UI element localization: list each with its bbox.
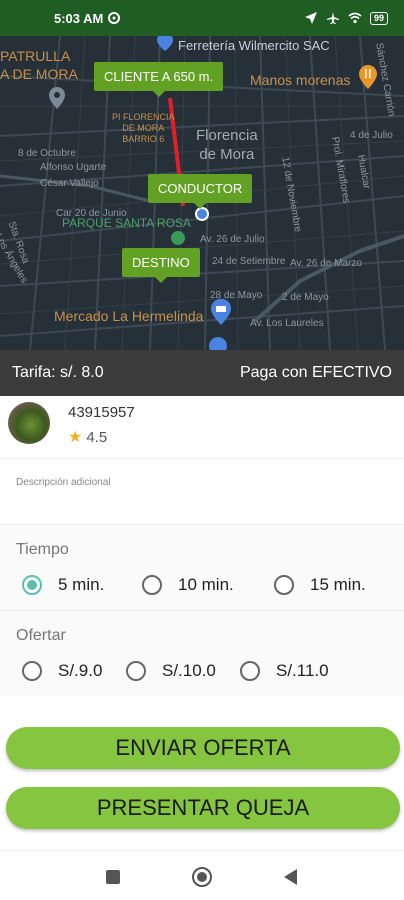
park-pin-icon <box>171 231 185 245</box>
star-icon: ★ <box>68 429 83 446</box>
client-rating: ★ 4.5 <box>68 427 107 447</box>
radio-checked-icon[interactable] <box>22 575 42 595</box>
fare-amount: Tarifa: s/. 8.0 <box>12 364 104 381</box>
map-label: 24 de Setiembre <box>212 256 286 267</box>
radio-icon[interactable] <box>240 661 260 681</box>
client-id: 43915957 <box>68 404 135 421</box>
offer-option-11[interactable]: S/.11.0 <box>240 661 329 681</box>
airplane-icon <box>326 12 339 24</box>
offer-title: Ofertar <box>16 627 66 644</box>
map-label: PI FLORENCIA DE MORA BARRIO 6 <box>112 112 175 144</box>
send-offer-button[interactable]: ENVIAR OFERTA <box>6 727 400 769</box>
notification-icon <box>108 12 121 24</box>
time-option-15[interactable]: 15 min. <box>274 575 366 595</box>
file-complaint-button[interactable]: PRESENTAR QUEJA <box>6 787 400 829</box>
radio-icon[interactable] <box>22 661 42 681</box>
map-label: PATRULLA <box>0 48 71 64</box>
description-field[interactable]: Descripción adicional <box>0 458 404 524</box>
shop-pin-icon <box>157 36 173 51</box>
map-label: 8 de Octubre <box>18 148 76 159</box>
offer-option-label: S/.9.0 <box>58 661 103 680</box>
payment-method: Paga con EFECTIVO <box>239 364 392 381</box>
time-option-label: 5 min. <box>58 575 105 594</box>
map-label: Mercado La Hermelinda <box>54 308 204 324</box>
shopping-cart-pin-icon <box>209 337 227 350</box>
offer-section: Ofertar S/.9.0 S/.10.0 S/.11.0 <box>0 610 404 696</box>
time-title: Tiempo <box>16 541 69 558</box>
destination-marker[interactable]: DESTINO <box>122 248 200 283</box>
battery-icon: 99 <box>369 11 388 25</box>
map-label: Av. 26 de Marzo <box>290 258 362 269</box>
back-icon[interactable] <box>284 869 297 885</box>
map-label: 2 de Mayo <box>282 292 329 303</box>
location-arrow-icon <box>304 12 317 24</box>
shopping-cart-pin-icon <box>211 299 231 325</box>
time-option-10[interactable]: 10 min. <box>142 575 234 595</box>
map-label: Alfonso Ugarte <box>40 162 107 173</box>
map-label: Florencia de Mora <box>196 127 258 163</box>
map-label: Av. 26 de Julio <box>200 234 265 245</box>
map-label: César Vallejo <box>40 178 99 189</box>
avatar <box>8 402 50 444</box>
time-option-label: 15 min. <box>310 575 366 594</box>
fare-bar: Tarifa: s/. 8.0 Paga con EFECTIVO <box>0 350 404 396</box>
map-label: PARQUE SANTA ROSA <box>62 216 191 230</box>
status-time: 5:03 AM <box>54 10 104 26</box>
status-bar: 5:03 AM 99 <box>0 0 404 36</box>
driver-marker[interactable]: CONDUCTOR <box>148 174 253 209</box>
map-label: Ferretería Wilmercito SAC <box>178 38 330 53</box>
time-option-label: 10 min. <box>178 575 234 594</box>
offer-option-10[interactable]: S/.10.0 <box>126 661 216 681</box>
client-info: 43915957 ★ 4.5 <box>0 396 404 458</box>
home-icon[interactable] <box>192 867 212 887</box>
map-label: 4 de Julio <box>350 130 393 141</box>
system-nav-bar <box>0 850 404 900</box>
description-placeholder: Descripción adicional <box>16 477 111 488</box>
offer-option-label: S/.11.0 <box>276 661 329 680</box>
rating-value: 4.5 <box>86 428 108 446</box>
radio-icon[interactable] <box>126 661 146 681</box>
map-label: Manos morenas <box>250 72 351 88</box>
map-label: A DE MORA <box>0 66 78 82</box>
offer-option-label: S/.10.0 <box>162 661 216 680</box>
wifi-icon <box>348 12 362 24</box>
radio-icon[interactable] <box>274 575 294 595</box>
recent-apps-icon[interactable] <box>106 870 120 884</box>
time-option-5[interactable]: 5 min. <box>22 575 104 595</box>
restaurant-pin-icon <box>359 65 377 89</box>
map-view[interactable]: PATRULLA A DE MORA Ferretería Wilmercito… <box>0 36 404 350</box>
client-distance-marker[interactable]: CLIENTE A 650 m. <box>94 62 224 97</box>
offer-option-9[interactable]: S/.9.0 <box>22 661 102 681</box>
time-section: Tiempo 5 min. 10 min. 15 min. <box>0 524 404 610</box>
place-pin-icon <box>49 87 65 109</box>
map-label: Av. Los Laureles <box>250 318 324 329</box>
radio-icon[interactable] <box>142 575 162 595</box>
